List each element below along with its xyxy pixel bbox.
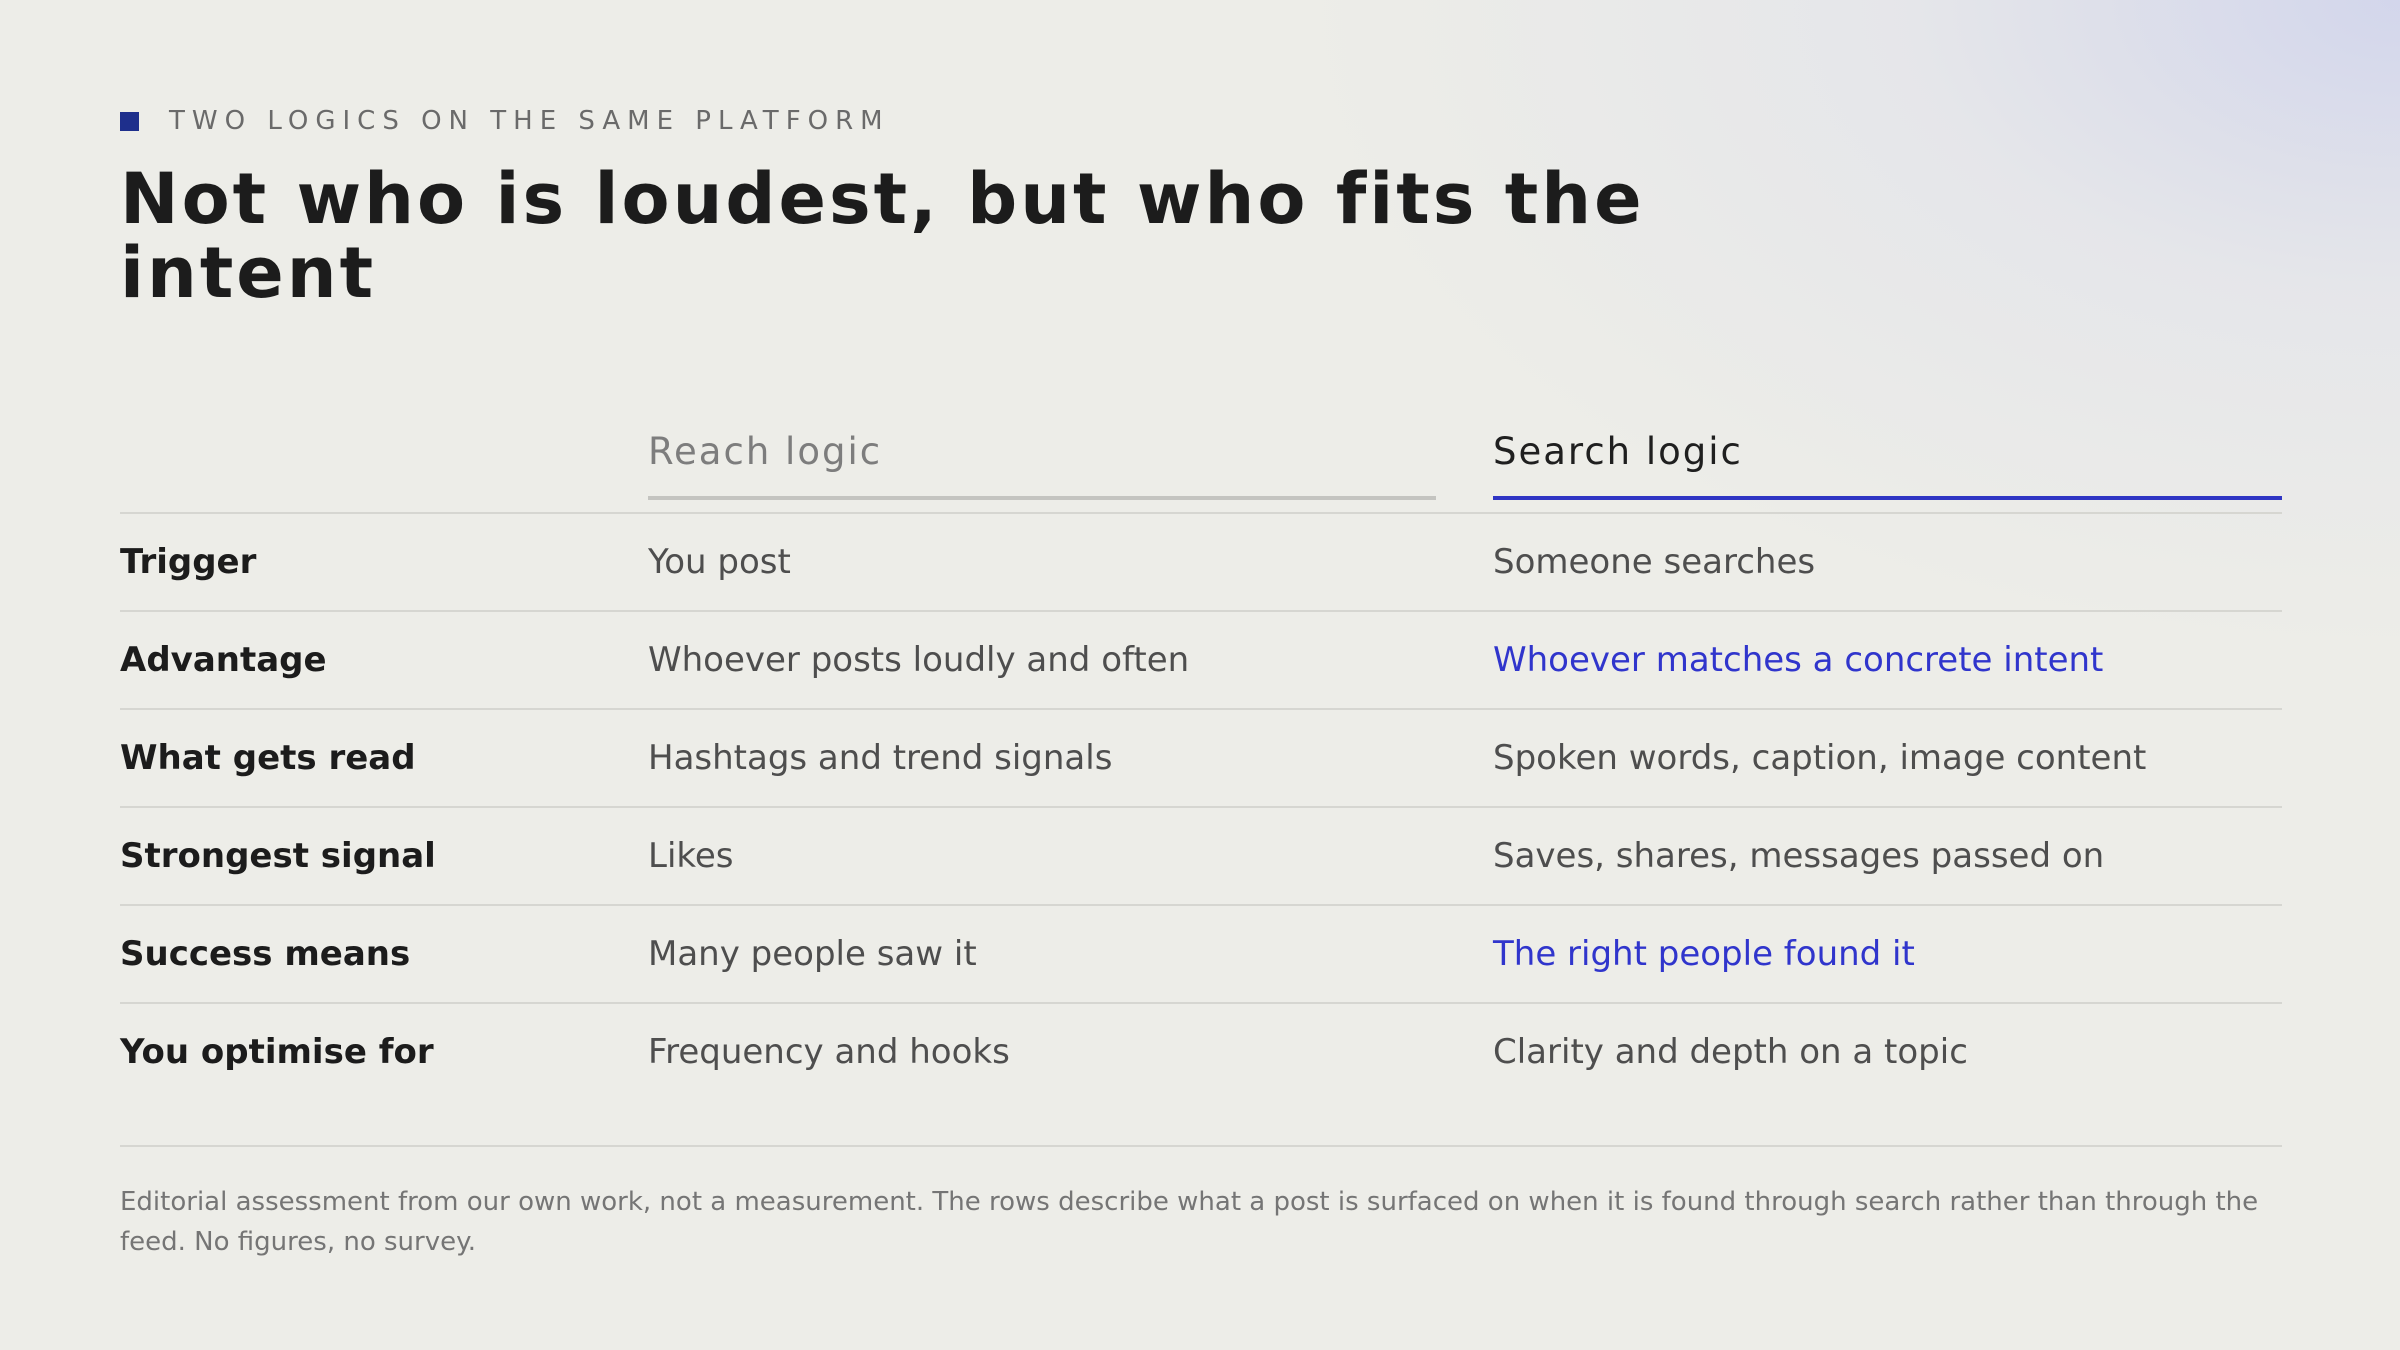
table-row: You optimise for Frequency and hooks Cla… [120,1004,2282,1100]
footer-divider [120,1145,2282,1147]
row-label: What gets read [120,738,416,778]
row-label: Success means [120,934,411,974]
footnote: Editorial assessment from our own work, … [120,1187,2259,1257]
row-label: Trigger [120,542,257,582]
reach-cell: Likes [648,836,734,876]
search-cell: Saves, shares, messages passed on [1493,836,2105,876]
table-row: Trigger You post Someone searches [120,514,2282,612]
table-row: What gets read Hashtags and trend signal… [120,710,2282,808]
search-cell: Someone searches [1493,542,1816,582]
table-body: Trigger You post Someone searches Advant… [120,512,2282,1100]
table-row: Advantage Whoever posts loudly and often… [120,612,2282,710]
row-label: You optimise for [120,1032,434,1072]
eyebrow: TWO LOGICS ON THE SAME PLATFORM [120,106,890,136]
table-row: Strongest signal Likes Saves, shares, me… [120,808,2282,906]
column-header-reach: Reach logic [648,420,1436,500]
page-title: Not who is loudest, but who fits the int… [120,158,1645,314]
column-header-row: Reach logic Search logic [120,420,2282,512]
eyebrow-label: TWO LOGICS ON THE SAME PLATFORM [169,106,890,136]
reach-cell: Frequency and hooks [648,1032,1010,1072]
square-marker-icon [120,111,139,131]
reach-cell: Whoever posts loudly and often [648,640,1190,680]
search-cell-highlight: The right people found it [1493,934,1915,974]
row-label: Strongest signal [120,836,436,876]
search-cell: Spoken words, caption, image content [1493,738,2147,778]
reach-cell: Many people saw it [648,934,977,974]
search-cell-highlight: Whoever matches a concrete intent [1493,640,2104,680]
column-header-search: Search logic [1493,420,2282,500]
reach-cell: Hashtags and trend signals [648,738,1113,778]
search-cell: Clarity and depth on a topic [1493,1032,1968,1072]
slide: TWO LOGICS ON THE SAME PLATFORM Not who … [120,0,2282,1350]
row-label: Advantage [120,640,327,680]
table-row: Success means Many people saw it The rig… [120,906,2282,1004]
comparison-table: Reach logic Search logic Trigger You pos… [120,420,2282,1100]
reach-cell: You post [648,542,791,582]
